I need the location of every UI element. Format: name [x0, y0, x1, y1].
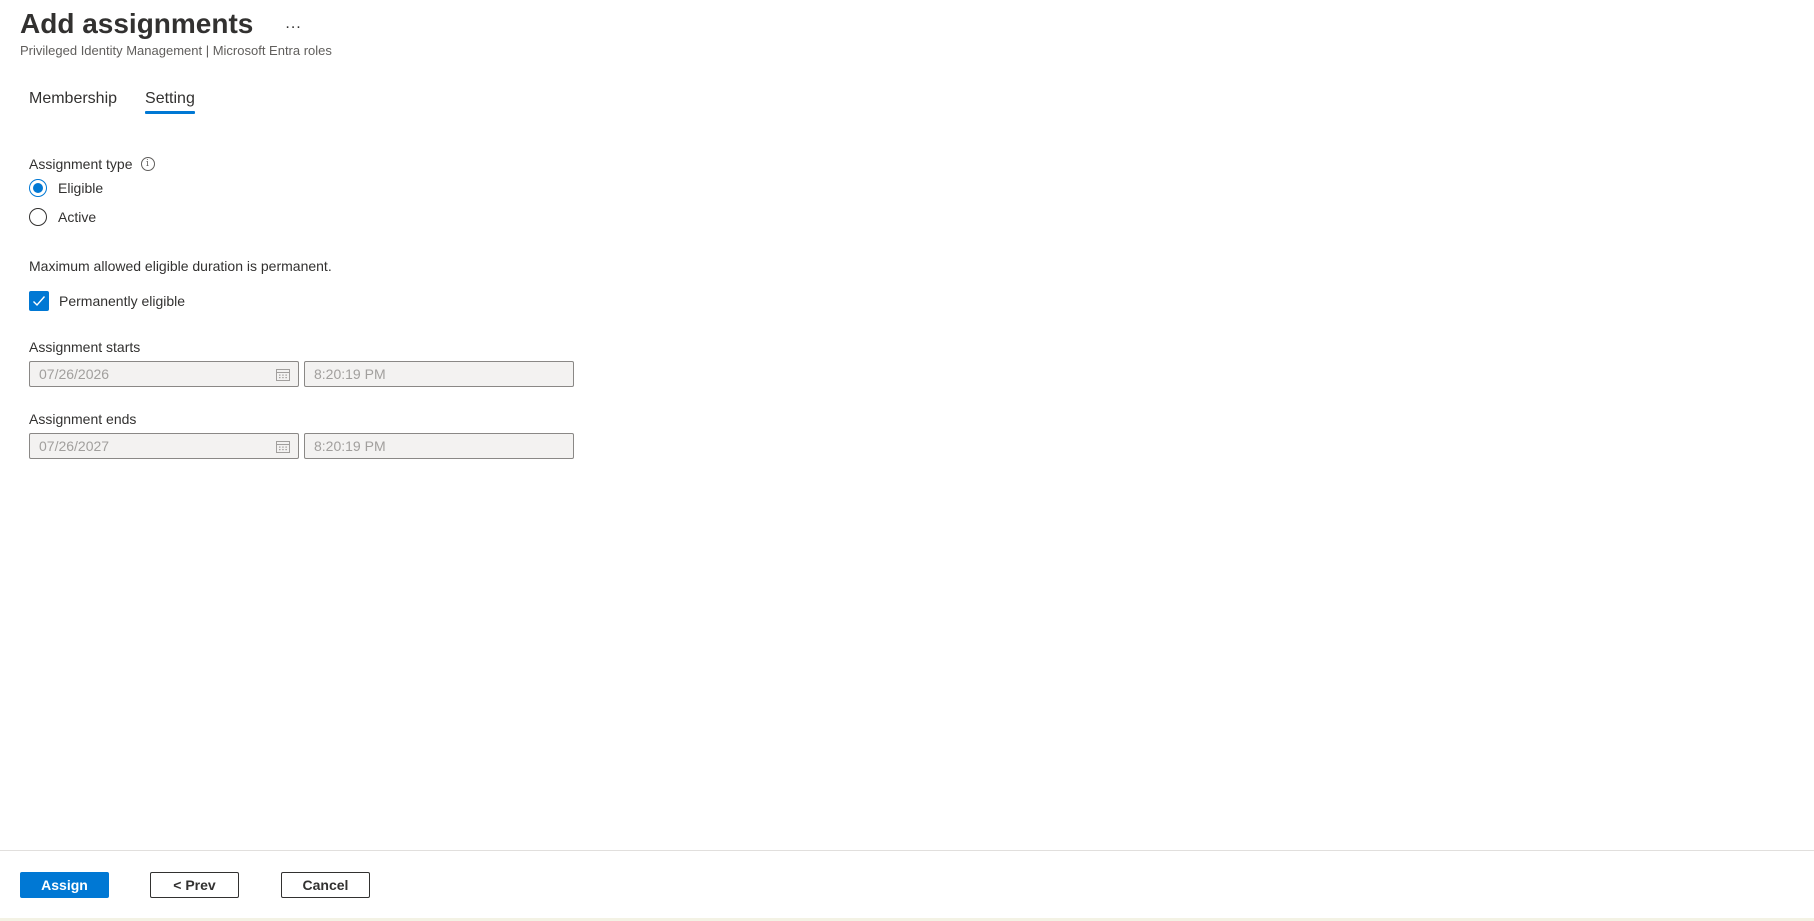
- page-header: Add assignments ... Privileged Identity …: [20, 6, 332, 58]
- footer-divider: [0, 850, 1814, 851]
- tab-membership[interactable]: Membership: [29, 90, 117, 114]
- duration-note: Maximum allowed eligible duration is per…: [29, 258, 332, 274]
- assignment-type-label: Assignment type: [29, 156, 133, 172]
- permanently-eligible-checkbox[interactable]: [29, 291, 49, 311]
- end-date-value: 07/26/2027: [39, 438, 110, 454]
- more-options-icon[interactable]: ...: [281, 14, 305, 34]
- end-date-input[interactable]: 07/26/2027: [29, 433, 299, 459]
- tab-setting[interactable]: Setting: [145, 90, 195, 114]
- assignment-ends-label: Assignment ends: [29, 411, 137, 427]
- end-time-input[interactable]: 8:20:19 PM: [304, 433, 574, 459]
- assignment-starts-section: Assignment starts 07/26/2026 8:20:19 PM: [29, 339, 589, 387]
- info-icon[interactable]: i: [140, 157, 155, 171]
- calendar-icon[interactable]: [276, 440, 290, 453]
- permanently-eligible-label: Permanently eligible: [59, 293, 186, 309]
- assignment-ends-fields: 07/26/2027 8:20:19 PM: [29, 433, 589, 459]
- start-date-input[interactable]: 07/26/2026: [29, 361, 299, 387]
- radio-active-label: Active: [58, 208, 97, 225]
- prev-button[interactable]: < Prev: [150, 872, 239, 898]
- settings-form: Assignment type i Eligible Active Maximu…: [29, 155, 589, 459]
- cancel-button[interactable]: Cancel: [281, 872, 370, 898]
- checkmark-icon: [33, 296, 46, 307]
- footer-actions: Assign < Prev Cancel: [20, 872, 370, 898]
- title-row: Add assignments ...: [20, 6, 332, 42]
- assignment-type-radio-group: Eligible Active: [29, 173, 589, 231]
- tab-bar: Membership Setting: [29, 90, 223, 114]
- permanently-eligible-checkbox-row[interactable]: Permanently eligible: [29, 291, 589, 311]
- radio-active[interactable]: [29, 207, 47, 226]
- start-date-value: 07/26/2026: [39, 366, 110, 382]
- assignment-type-label-row: Assignment type i: [29, 155, 589, 173]
- assignment-ends-section: Assignment ends 07/26/2027 8:20:19 PM: [29, 411, 589, 459]
- radio-eligible[interactable]: [29, 178, 47, 197]
- assign-button[interactable]: Assign: [20, 872, 109, 898]
- radio-option-eligible[interactable]: Eligible: [29, 173, 589, 202]
- assignment-starts-fields: 07/26/2026 8:20:19 PM: [29, 361, 589, 387]
- start-time-value: 8:20:19 PM: [314, 366, 386, 382]
- radio-eligible-label: Eligible: [58, 179, 104, 196]
- radio-option-active[interactable]: Active: [29, 202, 589, 231]
- calendar-icon[interactable]: [276, 368, 290, 381]
- start-time-input[interactable]: 8:20:19 PM: [304, 361, 574, 387]
- add-assignments-page: Add assignments ... Privileged Identity …: [0, 0, 1814, 921]
- page-title: Add assignments: [20, 8, 254, 39]
- page-subtitle: Privileged Identity Management | Microso…: [20, 43, 332, 58]
- assignment-starts-label: Assignment starts: [29, 339, 141, 355]
- end-time-value: 8:20:19 PM: [314, 438, 386, 454]
